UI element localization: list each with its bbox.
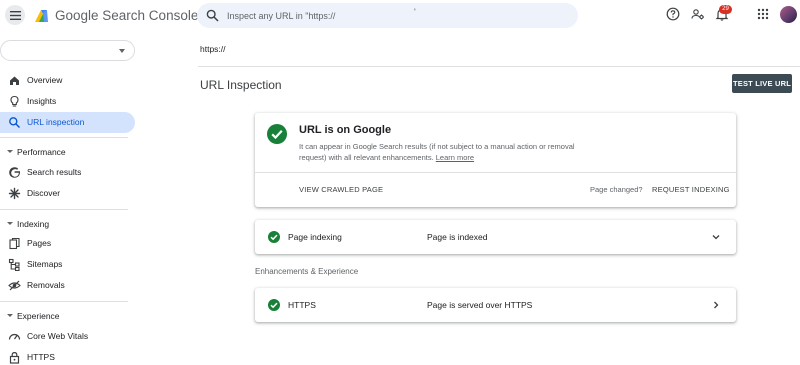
page-title: URL Inspection bbox=[200, 78, 282, 92]
status-description: It can appear in Google Search results (… bbox=[299, 141, 599, 163]
search-console-logo-icon bbox=[35, 10, 48, 22]
check-circle-icon bbox=[268, 231, 280, 243]
search-icon bbox=[9, 117, 21, 129]
sidebar-item-label: Core Web Vitals bbox=[27, 331, 89, 341]
sidebar-item-label: Removals bbox=[27, 280, 65, 290]
discover-icon bbox=[8, 187, 21, 200]
collapse-triangle-icon bbox=[7, 222, 13, 225]
inspected-url: https:// bbox=[200, 44, 226, 54]
sidebar-item-label: Search results bbox=[27, 167, 82, 177]
main-menu-button[interactable] bbox=[5, 5, 25, 25]
view-crawled-page-button[interactable]: VIEW CRAWLED PAGE bbox=[299, 185, 383, 194]
sidebar-divider bbox=[0, 209, 128, 210]
sidebar-item-overview[interactable]: Overview bbox=[0, 70, 135, 91]
removals-icon bbox=[8, 280, 21, 291]
hamburger-menu-icon bbox=[9, 10, 21, 20]
lightbulb-icon bbox=[10, 95, 19, 107]
status-title: URL is on Google bbox=[299, 124, 392, 136]
check-circle-icon bbox=[268, 299, 280, 311]
sidebar-item-pages[interactable]: Pages bbox=[0, 233, 135, 254]
sidebar-item-label: Discover bbox=[27, 188, 61, 198]
apps-grid-icon[interactable] bbox=[756, 7, 770, 21]
sidebar-item-removals[interactable]: Removals bbox=[0, 275, 135, 296]
chevron-down-icon[interactable] bbox=[711, 232, 721, 242]
sidebar-item-insights[interactable]: Insights bbox=[0, 91, 135, 112]
sidebar-item-label: HTTPS bbox=[27, 352, 55, 362]
home-icon bbox=[10, 76, 19, 85]
sidebar-divider bbox=[0, 301, 128, 302]
collapse-triangle-icon bbox=[7, 150, 13, 153]
search-suffix-text: ' bbox=[414, 7, 416, 17]
row-status: Page is indexed bbox=[427, 232, 488, 242]
top-app-bar: Google Search Console ' 29 bbox=[0, 0, 800, 32]
manage-users-icon[interactable] bbox=[691, 7, 705, 21]
dropdown-caret-icon bbox=[119, 49, 125, 53]
main-divider bbox=[198, 66, 800, 67]
collapse-triangle-icon bbox=[7, 314, 13, 317]
check-circle-icon bbox=[267, 124, 287, 144]
sidebar-section-title: Indexing bbox=[17, 219, 50, 229]
row-label: Page indexing bbox=[288, 232, 342, 242]
learn-more-link[interactable]: Learn more bbox=[436, 153, 474, 162]
request-indexing-button[interactable]: REQUEST INDEXING bbox=[652, 185, 730, 194]
https-row[interactable]: HTTPS Page is served over HTTPS bbox=[255, 288, 736, 322]
sitemap-icon bbox=[8, 258, 20, 271]
url-inspect-input[interactable] bbox=[227, 7, 557, 24]
sidebar-item-label: Pages bbox=[27, 238, 52, 248]
sidebar-item-label: Overview bbox=[27, 75, 63, 85]
notification-count-badge: 29 bbox=[719, 5, 732, 14]
sidebar-item-label: Insights bbox=[27, 96, 57, 106]
sidebar-item-label: Sitemaps bbox=[27, 259, 63, 269]
sidebar-section-title: Performance bbox=[17, 147, 66, 157]
enhancements-heading: Enhancements & Experience bbox=[255, 267, 359, 276]
card-divider bbox=[255, 172, 736, 173]
sidebar-item-core-web-vitals[interactable]: Core Web Vitals bbox=[0, 326, 135, 347]
row-status: Page is served over HTTPS bbox=[427, 300, 533, 310]
test-live-url-button[interactable]: TEST LIVE URL bbox=[732, 74, 792, 93]
account-avatar[interactable] bbox=[780, 6, 797, 23]
page-changed-label: Page changed? bbox=[590, 185, 643, 194]
help-icon[interactable] bbox=[666, 7, 680, 21]
chevron-right-icon[interactable] bbox=[711, 300, 721, 310]
app-title[interactable]: Google Search Console bbox=[55, 8, 198, 23]
sidebar-item-sitemaps[interactable]: Sitemaps bbox=[0, 254, 135, 275]
sidebar-section-performance[interactable]: Performance bbox=[0, 143, 135, 161]
lock-icon bbox=[9, 351, 20, 364]
pages-icon bbox=[9, 237, 20, 250]
search-icon bbox=[206, 9, 219, 22]
page-indexing-row[interactable]: Page indexing Page is indexed bbox=[255, 220, 736, 254]
sidebar-section-title: Experience bbox=[17, 311, 60, 321]
property-selector[interactable] bbox=[0, 40, 135, 61]
url-inspect-search-bar[interactable]: ' bbox=[197, 3, 578, 28]
speed-gauge-icon bbox=[8, 333, 21, 340]
sidebar-section-experience[interactable]: Experience bbox=[0, 307, 135, 325]
url-status-card: URL is on Google It can appear in Google… bbox=[255, 113, 736, 207]
sidebar-item-search-results[interactable]: Search results bbox=[0, 162, 135, 183]
sidebar-section-indexing[interactable]: Indexing bbox=[0, 215, 135, 233]
sidebar-item-url-inspection[interactable]: URL inspection bbox=[0, 112, 135, 133]
row-label: HTTPS bbox=[288, 300, 316, 310]
sidebar-divider bbox=[0, 137, 128, 138]
sidebar-item-https[interactable]: HTTPS bbox=[0, 347, 135, 365]
google-g-icon bbox=[9, 167, 21, 178]
sidebar-item-discover[interactable]: Discover bbox=[0, 183, 135, 204]
sidebar-item-label: URL inspection bbox=[27, 117, 85, 127]
